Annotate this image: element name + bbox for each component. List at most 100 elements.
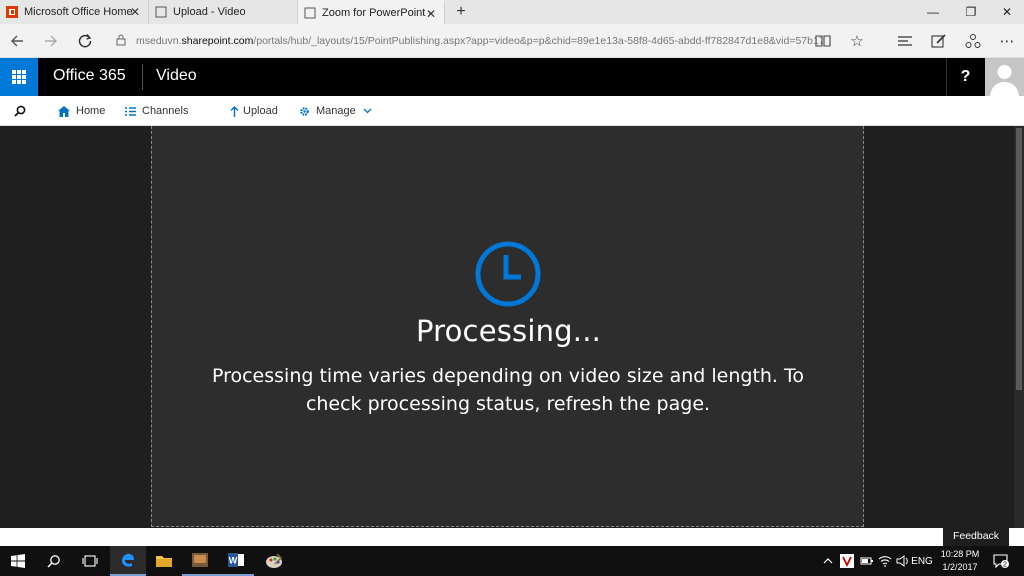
folder-icon [156, 556, 172, 567]
taskbar-clock[interactable]: 10:28 PM 1/2/2017 [934, 548, 986, 574]
upload-label: Upload [243, 105, 278, 117]
tab-label: Zoom for PowerPoint - [322, 7, 433, 19]
vietkey-icon [840, 554, 854, 568]
scrollbar-thumb[interactable] [1016, 128, 1022, 390]
url-field[interactable]: mseduvn. sharepoint.com/portals/hub/_layo… [116, 28, 822, 54]
nav-home[interactable]: Home [58, 96, 105, 126]
help-button[interactable]: ? [946, 58, 984, 96]
search-taskbar-button[interactable] [36, 546, 72, 576]
browser-tab-strip: Microsoft Office Home ✕ Upload - Video Z… [0, 0, 1024, 24]
list-icon [125, 106, 136, 116]
language-indicator[interactable]: ENG [910, 546, 934, 576]
address-bar: mseduvn. sharepoint.com/portals/hub/_layo… [0, 24, 1024, 58]
nav-channels-label: Channels [142, 105, 189, 117]
media-app-icon [192, 553, 208, 567]
page-icon [155, 6, 167, 18]
notification-icon: 2 [993, 554, 1009, 568]
wifi-icon[interactable] [876, 546, 894, 576]
chevron-up-icon [823, 558, 833, 564]
tab-zoom-powerpoint[interactable]: Zoom for PowerPoint - ✕ [298, 0, 445, 24]
refresh-icon [78, 33, 92, 47]
user-icon [985, 58, 1024, 96]
back-button[interactable] [0, 24, 34, 58]
refresh-button[interactable] [68, 24, 102, 58]
back-arrow-icon [11, 35, 23, 46]
app-taskbar-button[interactable] [182, 546, 218, 576]
upload-arrow-icon [230, 105, 239, 117]
app-launcher-button[interactable] [0, 58, 38, 96]
tab-label: Microsoft Office Home [24, 6, 133, 18]
command-bar: Home Channels Upload Manage [0, 96, 1024, 126]
browser-toolbar: ☆ ⋯ [806, 24, 1024, 58]
notification-count: 2 [1003, 561, 1007, 568]
close-icon[interactable]: ✕ [130, 5, 140, 19]
url-path: /portals/hub/_layouts/15/PointPublishing… [253, 35, 822, 47]
task-view-button[interactable] [72, 546, 108, 576]
upload-button[interactable]: Upload [230, 96, 278, 126]
clock-time: 10:28 PM [940, 549, 980, 559]
url-prefix: mseduvn. [136, 35, 182, 47]
taskbar: W ENG 10:28 PM 1/2/2017 2 [0, 546, 1024, 576]
scrollbar[interactable] [1014, 126, 1024, 528]
processing-title: Processing... [415, 314, 602, 348]
suite-bar: Office 365 Video ? [0, 58, 1024, 96]
word-icon: W [228, 553, 244, 567]
word-taskbar-button[interactable]: W [218, 546, 254, 576]
close-window-button[interactable]: ✕ [990, 0, 1024, 24]
nav-channels[interactable]: Channels [125, 96, 188, 126]
tab-upload-video[interactable]: Upload - Video [149, 0, 298, 24]
more-options-icon[interactable]: ⋯ [990, 24, 1024, 58]
paint-palette-icon [266, 553, 283, 568]
restore-button[interactable]: ❐ [954, 0, 988, 24]
tray-app-icon[interactable] [838, 546, 856, 576]
avatar[interactable] [985, 58, 1024, 96]
forward-arrow-icon [45, 35, 57, 46]
forward-button[interactable] [34, 24, 68, 58]
favorite-star-icon[interactable]: ☆ [840, 24, 874, 58]
search-button[interactable] [14, 96, 26, 126]
nav-home-label: Home [76, 105, 106, 117]
home-icon [58, 105, 70, 117]
brand-link[interactable]: Office 365 [53, 67, 126, 85]
office-icon [6, 6, 18, 18]
page-footer [0, 528, 1024, 546]
new-tab-button[interactable]: + [445, 0, 477, 24]
chevron-down-icon [363, 108, 372, 114]
clock-date: 1/2/2017 [942, 562, 978, 572]
video-stage: Processing... Processing time varies dep… [0, 126, 1024, 528]
reading-view-icon[interactable] [806, 24, 840, 58]
paint-taskbar-button[interactable] [256, 546, 292, 576]
task-view-icon [82, 555, 98, 567]
start-button[interactable] [0, 546, 36, 576]
close-icon[interactable]: ✕ [426, 7, 436, 21]
web-note-icon[interactable] [922, 24, 956, 58]
file-explorer-taskbar-button[interactable] [146, 546, 182, 576]
processing-message: Processing time varies depending on vide… [211, 365, 805, 415]
search-icon [14, 105, 26, 117]
hub-icon[interactable] [888, 24, 922, 58]
feedback-button[interactable]: Feedback [943, 525, 1009, 546]
minimize-button[interactable]: — [916, 0, 950, 24]
clock-icon [475, 241, 541, 307]
page-icon [304, 7, 316, 19]
battery-icon[interactable] [858, 546, 876, 576]
windows-logo-icon [11, 554, 25, 568]
svg-text:W: W [229, 556, 238, 566]
url-host: sharepoint.com [181, 35, 254, 47]
manage-label: Manage [316, 105, 356, 117]
tab-label: Upload - Video [173, 6, 246, 18]
lock-icon [116, 34, 126, 49]
app-title[interactable]: Video [156, 67, 197, 85]
waffle-icon [12, 70, 26, 84]
edge-taskbar-button[interactable] [110, 546, 146, 576]
manage-menu[interactable]: Manage [299, 96, 372, 126]
edge-icon [122, 553, 134, 567]
divider [142, 64, 143, 90]
video-player: Processing... Processing time varies dep… [151, 126, 864, 527]
action-center-button[interactable]: 2 [990, 546, 1012, 576]
share-icon[interactable] [956, 24, 990, 58]
gear-icon [300, 106, 309, 116]
search-icon [47, 555, 60, 568]
show-hidden-icons-button[interactable] [820, 546, 836, 576]
tab-office-home[interactable]: Microsoft Office Home ✕ [0, 0, 149, 24]
